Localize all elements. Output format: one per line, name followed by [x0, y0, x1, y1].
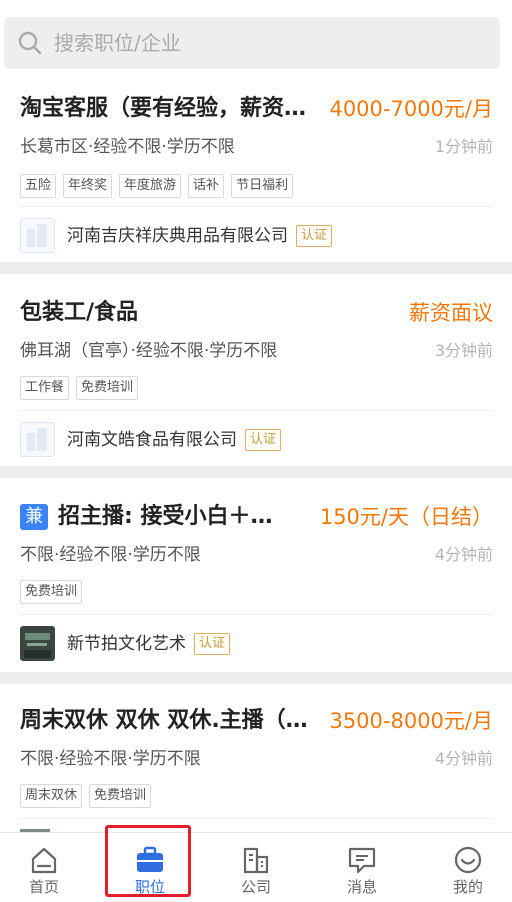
message-icon: [348, 847, 376, 874]
tag: 工作餐: [20, 376, 70, 400]
tab-label: 消息: [346, 878, 377, 896]
highlight-annotation: [105, 825, 191, 897]
tag: 年终奖: [63, 174, 113, 198]
company-row[interactable]: 河南文皓食品有限公司 认证: [20, 422, 282, 457]
tab-label: 首页: [28, 878, 59, 896]
job-meta: 佛耳湖（官亭）·经验不限·学历不限: [20, 341, 278, 361]
tag: 免费培训: [89, 784, 152, 808]
card-separator: [0, 466, 512, 478]
card-separator: [0, 672, 512, 684]
tag-list: 免费培训: [20, 580, 83, 604]
tag: 周末双休: [20, 784, 83, 808]
tag-list: 五险 年终奖 年度旅游 话补 节日福利: [20, 174, 294, 198]
company-name: 新节拍文化艺术: [67, 633, 186, 654]
salary: 3500-8000元/月: [329, 709, 493, 733]
divider: [20, 818, 492, 819]
verified-badge: 认证: [194, 632, 231, 655]
verified-badge: 认证: [296, 224, 333, 247]
salary: 薪资面议: [409, 301, 493, 325]
post-time: 4分钟前: [434, 749, 493, 768]
verified-badge: 认证: [245, 428, 282, 451]
post-time: 3分钟前: [434, 341, 493, 360]
job-card[interactable]: 包装工/食品 薪资面议 佛耳湖（官亭）·经验不限·学历不限 3分钟前 工作餐 免…: [0, 274, 512, 466]
tab-label: 我的: [452, 878, 483, 896]
job-title: 包装工/食品: [20, 300, 139, 325]
company-row[interactable]: 河南吉庆祥庆典用品有限公司 认证: [20, 218, 333, 253]
tag: 年度旅游: [119, 174, 182, 198]
tag: 话补: [188, 174, 225, 198]
search-placeholder: 搜索职位/企业: [54, 31, 181, 55]
job-meta: 长葛市区·经验不限·学历不限: [20, 137, 235, 157]
divider: [20, 614, 492, 615]
company-row[interactable]: 新节拍文化艺术 认证: [20, 626, 231, 661]
tag: 节日福利: [231, 174, 294, 198]
job-meta: 不限·经验不限·学历不限: [20, 545, 201, 565]
company-logo: [20, 218, 55, 253]
part-time-badge: 兼: [20, 504, 48, 530]
job-meta: 不限·经验不限·学历不限: [20, 749, 201, 769]
tag-list: 工作餐 免费培训: [20, 376, 139, 400]
search-bar: 搜索职位/企业: [0, 0, 512, 80]
job-title: 周末双休 双休 双休.主播（…: [20, 708, 308, 733]
job-title: 淘宝客服（要有经验，薪资…: [20, 96, 307, 121]
salary: 150元/天（日结）: [319, 505, 493, 529]
company-name: 河南文皓食品有限公司: [67, 429, 237, 450]
card-separator: [0, 262, 512, 274]
tag-list: 周末双休 免费培训: [20, 784, 152, 808]
tab-messages[interactable]: 消息: [311, 833, 413, 902]
divider: [20, 410, 492, 411]
job-card[interactable]: 淘宝客服（要有经验，薪资… 4000-7000元/月 长葛市区·经验不限·学历不…: [0, 80, 512, 262]
tab-profile[interactable]: 我的: [417, 833, 512, 902]
job-title: 招主播: 接受小白＋露…: [58, 504, 294, 529]
home-icon: [31, 847, 57, 874]
building-icon: [243, 847, 269, 874]
search-input[interactable]: 搜索职位/企业: [4, 17, 500, 69]
bottom-tab-bar: 首页 职位 公司 消息 我的: [0, 832, 512, 902]
company-logo: [20, 626, 55, 661]
job-card[interactable]: 兼 招主播: 接受小白＋露… 150元/天（日结） 不限·经验不限·学历不限 4…: [0, 478, 512, 672]
profile-smile-icon: [454, 846, 482, 874]
salary: 4000-7000元/月: [329, 97, 493, 121]
company-name: 河南吉庆祥庆典用品有限公司: [67, 225, 288, 246]
tag: 五险: [20, 174, 57, 198]
search-icon: [18, 31, 42, 55]
post-time: 1分钟前: [434, 137, 493, 156]
tab-home[interactable]: 首页: [0, 833, 95, 902]
tab-label: 公司: [240, 878, 271, 896]
company-logo: [20, 422, 55, 457]
tag: 免费培训: [76, 376, 139, 400]
divider: [20, 206, 492, 207]
job-card[interactable]: 周末双休 双休 双休.主播（… 3500-8000元/月 不限·经验不限·学历不…: [0, 684, 512, 832]
tag: 免费培训: [20, 580, 83, 604]
tab-company[interactable]: 公司: [205, 833, 307, 902]
post-time: 4分钟前: [434, 545, 493, 564]
